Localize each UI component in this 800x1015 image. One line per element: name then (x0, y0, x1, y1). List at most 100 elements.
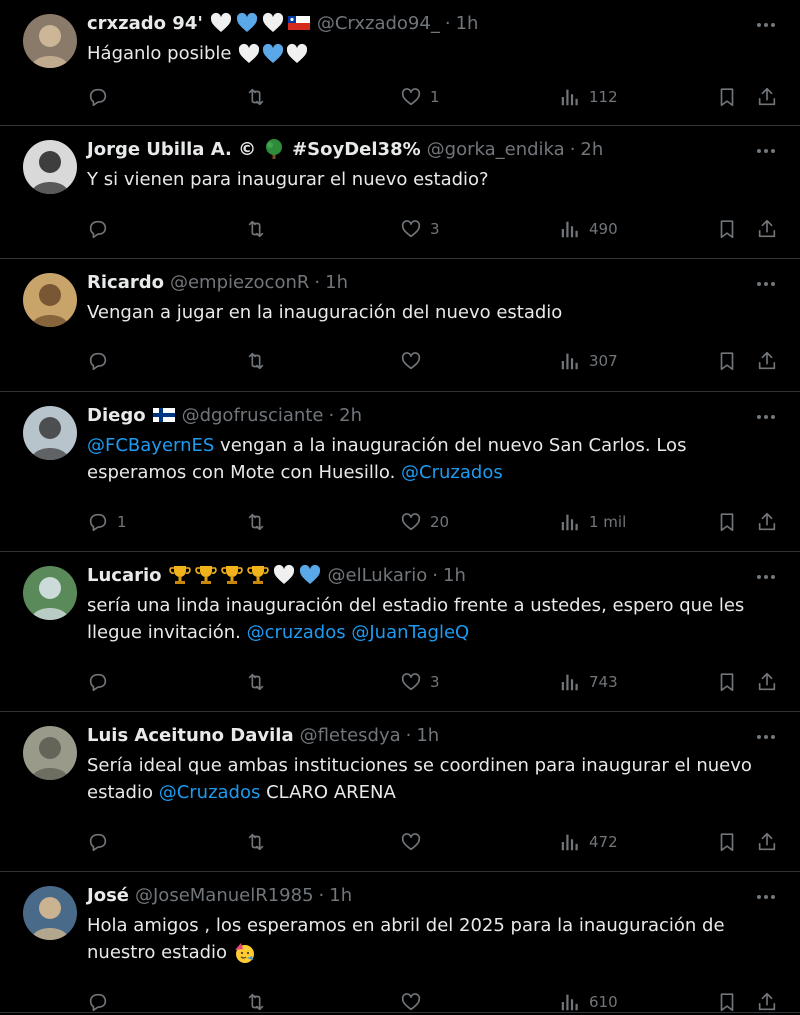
white-heart-icon (287, 43, 308, 63)
retweet-button[interactable] (245, 84, 275, 110)
tweet[interactable]: Lucario @elLukario · 1h sería una linda … (0, 552, 800, 712)
user-handle[interactable]: @JoseManuelR1985 (135, 885, 314, 906)
heart-icon (400, 218, 422, 240)
timestamp[interactable]: 1h (329, 885, 352, 906)
display-name[interactable]: crxzado 94' (87, 13, 203, 34)
tweet[interactable]: Ricardo @empiezoconR · 1h Vengan a jugar… (0, 259, 800, 392)
avatar[interactable] (23, 726, 77, 780)
share-button[interactable] (756, 216, 778, 242)
like-button[interactable]: 3 (400, 216, 440, 242)
views-button[interactable]: 307 (559, 348, 618, 374)
retweet-button[interactable] (245, 829, 275, 855)
more-options-button[interactable] (754, 138, 778, 158)
retweet-button[interactable] (245, 348, 275, 374)
timestamp[interactable]: 1h (325, 272, 348, 293)
bookmark-button[interactable] (716, 348, 738, 374)
heart-icon (400, 350, 422, 372)
like-button[interactable] (400, 989, 430, 1015)
view-count: 112 (589, 88, 618, 106)
mention-link[interactable]: @FCBayernES (87, 435, 214, 456)
mention-link[interactable]: @Cruzados (159, 782, 261, 803)
bookmark-button[interactable] (716, 509, 738, 535)
display-name[interactable]: José (87, 885, 129, 906)
avatar[interactable] (23, 886, 77, 940)
reply-button[interactable] (87, 216, 117, 242)
views-chart-icon (559, 671, 581, 693)
display-name[interactable]: Ricardo (87, 272, 164, 293)
user-handle[interactable]: @elLukario (328, 565, 428, 586)
more-dots-icon (756, 565, 776, 584)
mention-link[interactable]: @cruzados (247, 622, 346, 643)
like-button[interactable]: 1 (400, 84, 440, 110)
retweet-button[interactable] (245, 989, 275, 1015)
tweet[interactable]: Diego @dgofrusciante · 2h @FCBayernES ve… (0, 392, 800, 552)
more-options-button[interactable] (754, 884, 778, 904)
reply-button[interactable] (87, 829, 117, 855)
bookmark-button[interactable] (716, 669, 738, 695)
views-button[interactable]: 490 (559, 216, 618, 242)
display-name[interactable]: Lucario (87, 565, 162, 586)
user-handle[interactable]: @fletesdya (300, 725, 401, 746)
mention-link[interactable]: @JuanTagleQ (351, 622, 469, 643)
tweet[interactable]: Jorge Ubilla A. © #SoyDel38% @gorka_endi… (0, 126, 800, 259)
like-button[interactable] (400, 829, 430, 855)
tweet[interactable]: José @JoseManuelR1985 · 1h Hola amigos ,… (0, 872, 800, 1013)
reply-button[interactable]: 1 (87, 509, 127, 535)
timestamp[interactable]: 1h (443, 565, 466, 586)
timestamp[interactable]: 1h (416, 725, 439, 746)
user-handle[interactable]: @Crxzado94_ (317, 13, 440, 34)
like-button[interactable] (400, 348, 430, 374)
separator-dot: · (318, 884, 325, 906)
user-handle[interactable]: @empiezoconR (170, 272, 309, 293)
bookmark-button[interactable] (716, 84, 738, 110)
like-button[interactable]: 3 (400, 669, 440, 695)
share-button[interactable] (756, 829, 778, 855)
tweet-actions: 3 490 (87, 216, 780, 242)
more-options-button[interactable] (754, 724, 778, 744)
tweet[interactable]: crxzado 94' @Crxzado94_ · 1h Háganlo pos… (0, 0, 800, 126)
tweet[interactable]: Luis Aceituno Davila @fletesdya · 1h Ser… (0, 712, 800, 872)
share-button[interactable] (756, 669, 778, 695)
avatar[interactable] (23, 566, 77, 620)
retweet-button[interactable] (245, 509, 275, 535)
reply-button[interactable] (87, 669, 117, 695)
timestamp[interactable]: 2h (580, 139, 603, 160)
display-name[interactable]: Jorge Ubilla A. © (87, 139, 256, 160)
more-options-button[interactable] (754, 564, 778, 584)
views-button[interactable]: 472 (559, 829, 618, 855)
display-name[interactable]: Luis Aceituno Davila (87, 725, 294, 746)
views-button[interactable]: 112 (559, 84, 618, 110)
more-dots-icon (756, 885, 776, 904)
views-button[interactable]: 743 (559, 669, 618, 695)
retweet-button[interactable] (245, 669, 275, 695)
avatar[interactable] (23, 14, 77, 68)
views-button[interactable]: 610 (559, 989, 618, 1015)
like-button[interactable]: 20 (400, 509, 449, 535)
display-name[interactable]: Diego (87, 405, 146, 426)
bookmark-button[interactable] (716, 989, 738, 1015)
more-options-button[interactable] (754, 404, 778, 424)
reply-button[interactable] (87, 84, 117, 110)
more-options-button[interactable] (754, 12, 778, 32)
avatar[interactable] (23, 273, 77, 327)
reply-button[interactable] (87, 989, 117, 1015)
more-options-button[interactable] (754, 271, 778, 291)
user-handle[interactable]: @dgofrusciante (182, 405, 324, 426)
white-heart-icon (210, 12, 231, 32)
bookmark-button[interactable] (716, 829, 738, 855)
mention-link[interactable]: @Cruzados (401, 462, 503, 483)
views-button[interactable]: 1 mil (559, 509, 626, 535)
share-button[interactable] (756, 509, 778, 535)
share-button[interactable] (756, 348, 778, 374)
bookmark-button[interactable] (716, 216, 738, 242)
share-button[interactable] (756, 989, 778, 1015)
reply-feed: crxzado 94' @Crxzado94_ · 1h Háganlo pos… (0, 0, 800, 1013)
user-handle[interactable]: @gorka_endika (427, 139, 565, 160)
avatar[interactable] (23, 140, 77, 194)
avatar[interactable] (23, 406, 77, 460)
timestamp[interactable]: 2h (339, 405, 362, 426)
timestamp[interactable]: 1h (456, 13, 479, 34)
reply-button[interactable] (87, 348, 117, 374)
retweet-button[interactable] (245, 216, 275, 242)
share-button[interactable] (756, 84, 778, 110)
